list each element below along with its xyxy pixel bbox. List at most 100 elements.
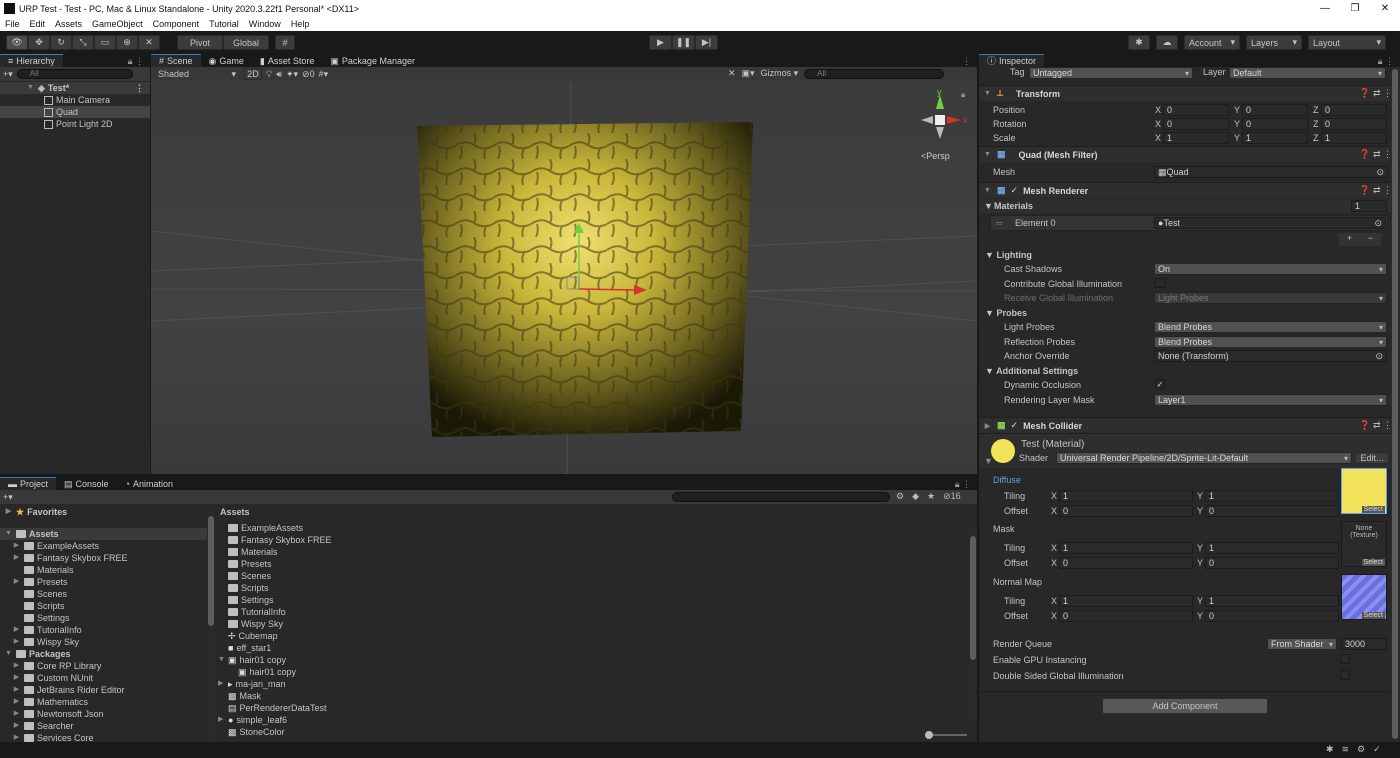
gizmo-y-cone[interactable]	[936, 95, 944, 109]
expand-arrow-icon[interactable]: ▶	[12, 636, 21, 648]
assets-scrollbar[interactable]	[969, 528, 977, 724]
light-probes-dropdown[interactable]: Blend Probes	[1154, 321, 1387, 333]
scale-y-field[interactable]: 1	[1242, 132, 1308, 144]
object-picker-icon[interactable]: ⊙	[1375, 351, 1383, 362]
normal-offset-y[interactable]: 0	[1205, 610, 1339, 622]
materials-count-field[interactable]: 1	[1351, 200, 1387, 212]
asset-list-item[interactable]: ▩ StoneColor	[216, 726, 977, 738]
transform-header[interactable]: ▼ ⟂ Transform ❓ ⇄ ⋮	[979, 85, 1400, 101]
materials-foldout[interactable]: ▼ Materials 1	[979, 199, 1400, 213]
edit-shader-button[interactable]: Edit...	[1355, 452, 1389, 464]
tab-asset-store[interactable]: ▮ Asset Store	[251, 54, 323, 67]
asset-list-item[interactable]: ▼ ▣ hair01 copy	[216, 654, 977, 666]
x-axis-handle[interactable]	[578, 288, 636, 291]
hierarchy-item-point-light[interactable]: Point Light 2D	[0, 118, 150, 130]
breadcrumb[interactable]: Assets	[216, 506, 977, 518]
cloud-button[interactable]: ☁	[1156, 35, 1178, 50]
menu-help[interactable]: Help	[286, 17, 315, 31]
shader-dropdown[interactable]: Universal Render Pipeline/2D/Sprite-Lit-…	[1056, 452, 1352, 464]
expand-arrow-icon[interactable]: ▶	[983, 422, 992, 430]
enabled-checkbox[interactable]: ✓	[1011, 420, 1019, 431]
progress-icon[interactable]: ✱	[1326, 744, 1334, 755]
expand-arrow-icon[interactable]: ▼	[983, 187, 992, 194]
receive-gi-dropdown[interactable]: Light Probes	[1154, 292, 1387, 304]
expand-arrow-icon[interactable]: ▶	[218, 678, 223, 690]
tab-inspector[interactable]: ⓘ Inspector	[979, 54, 1045, 67]
asset-list-item[interactable]: ▣ hair01 copy	[216, 666, 977, 678]
expand-arrow-icon[interactable]: ▼	[26, 82, 35, 94]
lock-icon[interactable]: 🔒︎ ⋮	[955, 479, 971, 490]
expand-arrow-icon[interactable]: ▼	[4, 648, 13, 660]
favorites-root[interactable]: ▶ ★ Favorites	[0, 506, 214, 518]
material-object-field[interactable]: ●Test ⊙	[1154, 217, 1386, 229]
transform-tool-button[interactable]: ⊕	[116, 35, 138, 50]
tab-animation[interactable]: ◔ Animation	[116, 477, 182, 490]
asset-list-item[interactable]: ▩ Mask	[216, 690, 977, 702]
folder-tree-item[interactable]: Scripts	[0, 600, 214, 612]
asset-list-item[interactable]: Wispy Sky	[216, 618, 977, 630]
expand-arrow-icon[interactable]: ▼	[984, 201, 993, 211]
folder-tree-item[interactable]: ▶ ExampleAssets	[0, 540, 214, 552]
debug-icon[interactable]: ⚙	[1357, 744, 1365, 755]
component-menu-icons[interactable]: ❓ ⇄ ⋮	[1359, 420, 1392, 431]
expand-arrow-icon[interactable]: ▼	[4, 528, 13, 540]
asset-list-item[interactable]: ▤ PerRendererDataTest	[216, 702, 977, 714]
folder-tree-item[interactable]: Scenes	[0, 588, 214, 600]
expand-arrow-icon[interactable]: ▶	[12, 576, 21, 588]
mesh-collider-header[interactable]: ▶ ▦ ✓ Mesh Collider ❓ ⇄ ⋮	[979, 417, 1400, 433]
asset-list-item[interactable]: Fantasy Skybox FREE	[216, 534, 977, 546]
effects-icon[interactable]: ✦▾	[286, 69, 298, 80]
diffuse-tiling-y[interactable]: 1	[1205, 490, 1339, 502]
add-component-button[interactable]: Add Component	[1102, 698, 1268, 714]
layout-dropdown[interactable]: Layout ▾	[1308, 35, 1386, 50]
more-icon[interactable]: ⋮	[135, 82, 144, 94]
render-queue-field[interactable]: 3000	[1341, 638, 1387, 650]
cast-shadows-dropdown[interactable]: On	[1154, 263, 1387, 275]
normal-texture-slot[interactable]: Select	[1341, 574, 1387, 620]
mesh-object-field[interactable]: ▦Quad ⊙	[1154, 166, 1388, 178]
hidden-packages-icon[interactable]: ⊘16	[943, 491, 961, 502]
enabled-checkbox[interactable]: ✓	[1011, 185, 1019, 196]
gizmo-center[interactable]	[935, 115, 945, 125]
gpu-instancing-checkbox[interactable]	[1340, 654, 1350, 664]
hierarchy-item-quad[interactable]: Quad	[0, 106, 150, 118]
lock-icon[interactable]: 🔒︎ ⋮	[1378, 56, 1394, 67]
more-icon[interactable]: ⋮	[962, 56, 971, 67]
expand-arrow-icon[interactable]: ▶	[12, 552, 21, 564]
packages-root[interactable]: ▼ Packages	[0, 648, 214, 660]
mesh-filter-header[interactable]: ▼ ▦ Quad (Mesh Filter) ❓ ⇄ ⋮	[979, 146, 1400, 162]
scale-tool-button[interactable]: ⤡	[72, 35, 94, 50]
expand-arrow-icon[interactable]: ▶	[12, 672, 21, 684]
mask-tiling-x[interactable]: 1	[1059, 542, 1193, 554]
create-icon[interactable]: +▾	[3, 492, 13, 503]
rotation-x-field[interactable]: 0	[1163, 118, 1229, 130]
package-tree-item[interactable]: ▶ Core RP Library	[0, 660, 214, 672]
shading-mode-dropdown[interactable]: Shaded ▾	[154, 68, 240, 80]
tools-icon[interactable]: ✕	[728, 68, 736, 79]
asset-list-item[interactable]: Materials	[216, 546, 977, 558]
filter-type-icon[interactable]: ⚙	[896, 491, 904, 502]
menu-tutorial[interactable]: Tutorial	[204, 17, 244, 31]
render-queue-mode-dropdown[interactable]: From Shader	[1267, 638, 1337, 650]
menu-component[interactable]: Component	[148, 17, 205, 31]
hierarchy-search-input[interactable]: All	[16, 69, 133, 79]
mesh-renderer-header[interactable]: ▼ ▦ ✓ Mesh Renderer ❓ ⇄ ⋮	[979, 182, 1400, 198]
position-x-field[interactable]: 0	[1163, 104, 1229, 116]
normal-tiling-y[interactable]: 1	[1205, 595, 1339, 607]
contrib-gi-checkbox[interactable]	[1155, 278, 1165, 288]
component-menu-icons[interactable]: ❓ ⇄ ⋮	[1359, 88, 1392, 99]
expand-arrow-icon[interactable]: ▶	[4, 506, 13, 518]
view-tool-button[interactable]: 👁	[6, 35, 28, 50]
menu-file[interactable]: File	[0, 17, 25, 31]
expand-arrow-icon[interactable]: ▼	[985, 250, 994, 260]
tree-scrollbar[interactable]	[207, 506, 215, 740]
diffuse-tiling-x[interactable]: 1	[1059, 490, 1193, 502]
slider-thumb[interactable]	[925, 731, 933, 739]
diffuse-texture-slot[interactable]: Select	[1341, 468, 1387, 514]
scale-x-field[interactable]: 1	[1163, 132, 1229, 144]
pause-button[interactable]: ❚❚	[672, 35, 695, 50]
asset-list-item[interactable]: Scripts	[216, 582, 977, 594]
close-button[interactable]: ✕	[1370, 0, 1400, 17]
select-label[interactable]: Select	[1361, 559, 1385, 566]
foldout-arrow-icon[interactable]: ▼	[984, 456, 993, 466]
